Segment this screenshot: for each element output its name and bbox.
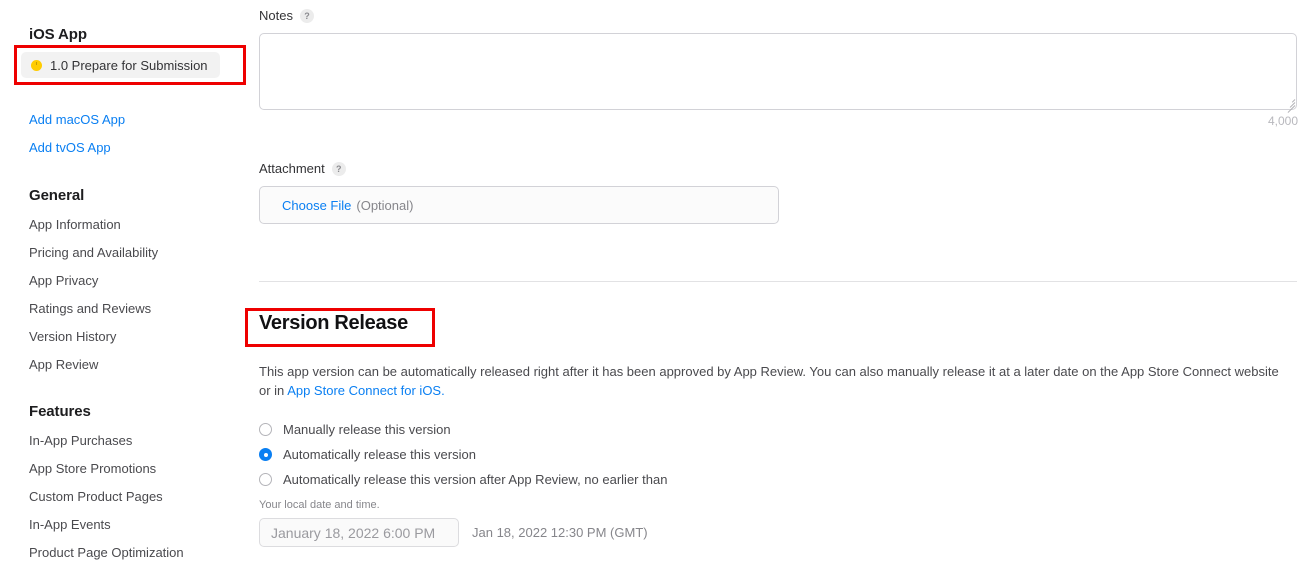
radio-option-automatic[interactable]: Automatically release this version bbox=[259, 447, 476, 462]
sidebar-item-in-app-purchases[interactable]: In-App Purchases bbox=[29, 433, 132, 448]
add-macos-app-link[interactable]: Add macOS App bbox=[29, 112, 125, 127]
sidebar-section-heading-general: General bbox=[29, 187, 85, 204]
sidebar-item-version-history[interactable]: Version History bbox=[29, 329, 116, 344]
notes-char-counter: 4,000 bbox=[1267, 114, 1298, 128]
version-release-title: Version Release bbox=[259, 312, 408, 334]
radio-option-scheduled[interactable]: Automatically release this version after… bbox=[259, 472, 667, 487]
attachment-optional-label: (Optional) bbox=[356, 197, 414, 213]
radio-label-automatic: Automatically release this version bbox=[283, 447, 476, 462]
notes-label-group: Notes ? bbox=[259, 8, 314, 23]
radio-icon-scheduled[interactable] bbox=[259, 473, 272, 486]
sidebar-item-product-page-optimization[interactable]: Product Page Optimization bbox=[29, 545, 184, 560]
sidebar-item-app-review[interactable]: App Review bbox=[29, 357, 98, 372]
app-store-connect-for-ios-link[interactable]: App Store Connect for iOS. bbox=[287, 383, 445, 398]
clock-status-icon bbox=[31, 59, 42, 71]
notes-input[interactable] bbox=[259, 33, 1297, 110]
sidebar-item-pricing-and-availability[interactable]: Pricing and Availability bbox=[29, 245, 158, 260]
radio-icon-automatic[interactable] bbox=[259, 448, 272, 461]
radio-label-scheduled: Automatically release this version after… bbox=[283, 472, 668, 487]
sidebar: iOS App 1.0 Prepare for Submission Add m… bbox=[0, 0, 250, 566]
sidebar-platform-title: iOS App bbox=[29, 26, 87, 43]
sidebar-version-label: 1.0 Prepare for Submission bbox=[50, 57, 208, 73]
section-divider bbox=[259, 281, 1297, 282]
sidebar-item-in-app-events[interactable]: In-App Events bbox=[29, 517, 111, 532]
main-content: Notes ? 4,000 Attachment ? Choose File (… bbox=[250, 0, 1307, 566]
sidebar-section-heading-features: Features bbox=[29, 403, 91, 420]
help-icon-attachment[interactable]: ? bbox=[331, 161, 346, 176]
notes-label: Notes bbox=[259, 8, 293, 23]
app-store-connect-page: iOS App 1.0 Prepare for Submission Add m… bbox=[0, 0, 1307, 566]
attachment-dropzone[interactable]: Choose File (Optional) bbox=[259, 186, 779, 224]
add-tvos-app-link[interactable]: Add tvOS App bbox=[29, 140, 111, 155]
version-release-description: This app version can be automatically re… bbox=[259, 362, 1289, 400]
local-time-caption: Your local date and time. bbox=[259, 499, 380, 511]
sidebar-item-ratings-and-reviews[interactable]: Ratings and Reviews bbox=[29, 301, 151, 316]
help-icon-notes[interactable]: ? bbox=[299, 8, 314, 23]
attachment-label-group: Attachment ? bbox=[259, 161, 346, 176]
choose-file-button[interactable]: Choose File bbox=[282, 198, 351, 213]
sidebar-item-app-privacy[interactable]: App Privacy bbox=[29, 273, 98, 288]
gmt-time-text: Jan 18, 2022 12:30 PM (GMT) bbox=[472, 525, 648, 540]
sidebar-item-app-store-promotions[interactable]: App Store Promotions bbox=[29, 461, 156, 476]
radio-option-manual[interactable]: Manually release this version bbox=[259, 422, 451, 437]
release-date-input[interactable] bbox=[259, 518, 459, 547]
radio-icon-manual[interactable] bbox=[259, 423, 272, 436]
attachment-label: Attachment bbox=[259, 161, 325, 176]
sidebar-item-app-information[interactable]: App Information bbox=[29, 217, 121, 232]
sidebar-item-custom-product-pages[interactable]: Custom Product Pages bbox=[29, 489, 163, 504]
sidebar-item-version[interactable]: 1.0 Prepare for Submission bbox=[21, 52, 220, 78]
radio-label-manual: Manually release this version bbox=[283, 422, 451, 437]
